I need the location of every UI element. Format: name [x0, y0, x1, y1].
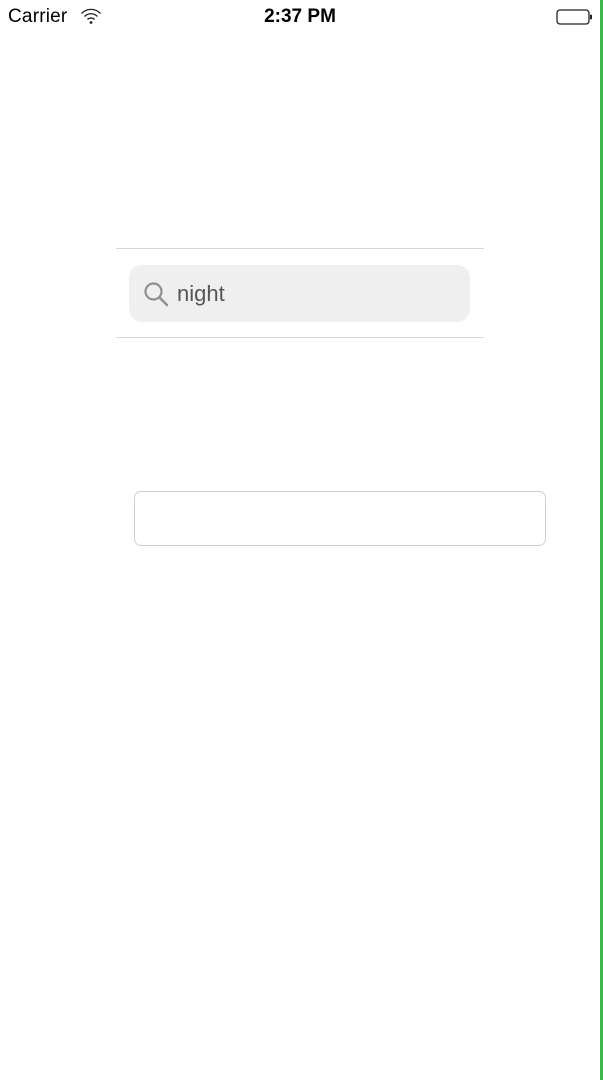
- text-field[interactable]: [134, 491, 546, 546]
- search-field[interactable]: [129, 265, 470, 322]
- search-bar: [116, 248, 484, 338]
- search-icon: [144, 282, 169, 307]
- status-bar: Carrier 2:37 PM: [0, 0, 600, 34]
- search-input[interactable]: [177, 265, 457, 322]
- battery-icon: [556, 9, 592, 25]
- text-field-input[interactable]: [135, 492, 545, 545]
- status-time: 2:37 PM: [264, 6, 336, 27]
